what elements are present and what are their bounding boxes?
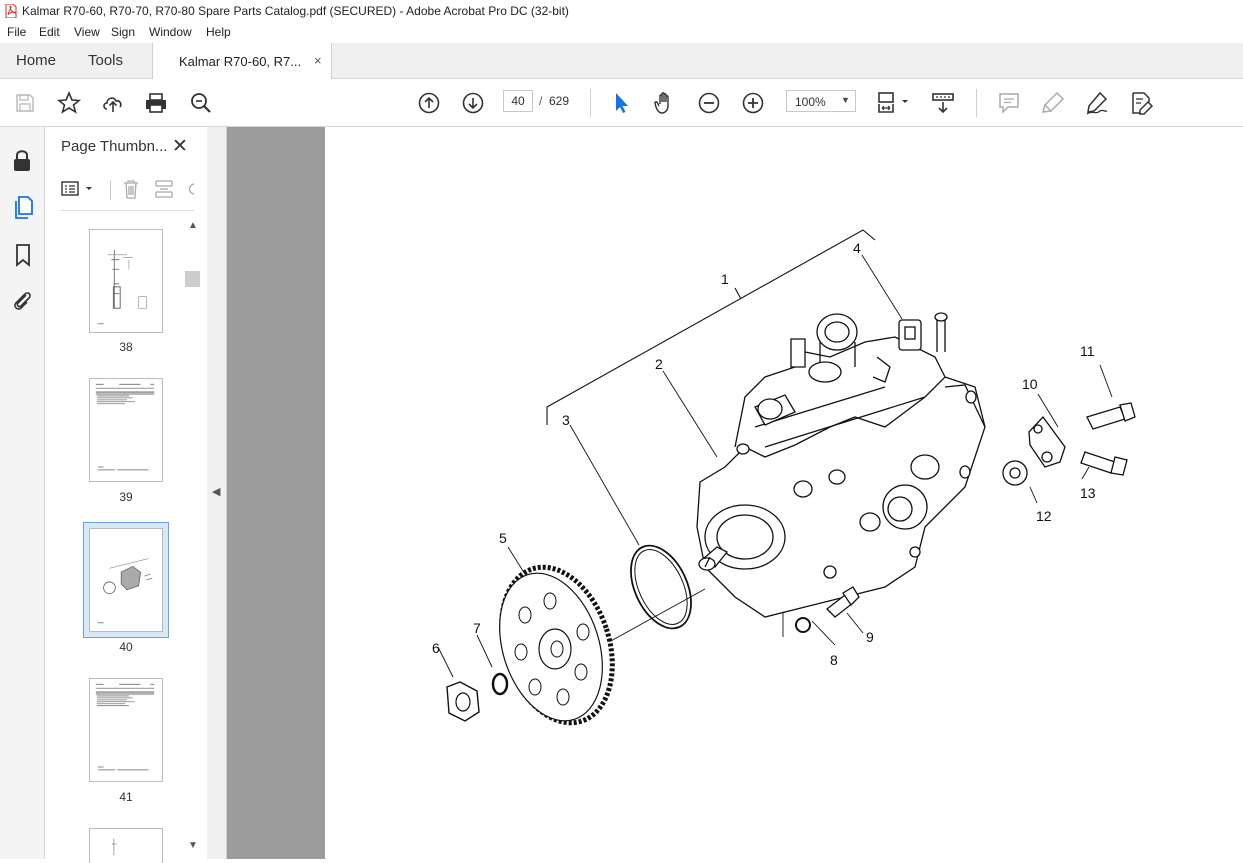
- callout-6: 6: [432, 640, 440, 656]
- callout-7: 7: [473, 620, 481, 636]
- bookmark-star-icon[interactable]: [56, 90, 82, 116]
- tab-tools[interactable]: Tools: [88, 52, 123, 69]
- zoom-in-icon[interactable]: [740, 90, 766, 116]
- bolt-13-part: [1080, 451, 1128, 476]
- thumbnail-number: 38: [119, 340, 133, 354]
- title-bar: Kalmar R70-60, R70-70, R70-80 Spare Part…: [0, 0, 1243, 22]
- thumbnail-drawing: [95, 383, 155, 471]
- page-thumbnail-39[interactable]: [89, 378, 163, 482]
- callout-12: 12: [1036, 508, 1052, 524]
- panel-title: Page Thumbn...: [61, 138, 168, 155]
- thumbnail-drawing: [97, 558, 153, 624]
- comment-icon[interactable]: [996, 90, 1022, 116]
- pdf-page: 1 2 3 4 5 6 7 8 9 10 11 12 13: [325, 127, 1243, 859]
- upload-icon[interactable]: [100, 90, 126, 116]
- highlight-icon[interactable]: [1040, 90, 1066, 116]
- hand-icon[interactable]: [652, 90, 678, 116]
- chevron-down-icon: ▼: [841, 95, 850, 105]
- callout-11: 11: [1080, 343, 1095, 359]
- callout-4: 4: [853, 240, 861, 256]
- o-ring-part: [630, 544, 692, 630]
- left-rail: [0, 127, 45, 859]
- thumbnail-drawing: [95, 683, 155, 771]
- edit-pdf-icon[interactable]: [1128, 90, 1154, 116]
- washer-part: [491, 672, 509, 696]
- delete-page-icon[interactable]: [121, 178, 141, 200]
- page-thumbnails-icon[interactable]: [12, 194, 34, 220]
- callout-3: 3: [562, 412, 570, 428]
- menu-window[interactable]: Window: [149, 25, 192, 39]
- menu-help[interactable]: Help: [206, 25, 231, 39]
- washer-8-part: [795, 617, 811, 633]
- nut-12-part: [1002, 460, 1028, 486]
- search-zoom-icon[interactable]: [188, 90, 214, 116]
- page-thumbnail-42[interactable]: [89, 828, 163, 863]
- thumbnail-drawing: [111, 838, 117, 856]
- page-up-icon[interactable]: [416, 90, 442, 116]
- page-thumbnail-41[interactable]: [89, 678, 163, 782]
- panel-divider: [60, 210, 194, 211]
- scroll-mode-icon[interactable]: [930, 90, 956, 116]
- callout-9: 9: [866, 629, 874, 645]
- menu-view[interactable]: View: [74, 25, 100, 39]
- extract-pages-icon[interactable]: [153, 178, 175, 200]
- panel-divider: [110, 180, 111, 200]
- gear-part: [499, 564, 615, 726]
- callout-1: 1: [721, 271, 729, 287]
- document-tab-label: Kalmar R70-60, R7...: [179, 54, 302, 69]
- bracket-part: [1028, 415, 1066, 468]
- toolbar-divider: [976, 89, 977, 117]
- acrobat-pdf-icon: [5, 4, 17, 18]
- page-down-icon[interactable]: [460, 90, 486, 116]
- injection-pump-body: [696, 312, 986, 618]
- rotate-page-icon[interactable]: [186, 178, 196, 200]
- page-separator: /: [539, 94, 543, 108]
- tab-document[interactable]: Kalmar R70-60, R7... ×: [152, 43, 332, 80]
- total-pages: 629: [549, 94, 570, 108]
- thumbnail-number: 39: [119, 490, 133, 504]
- bolt-11-part: [1086, 402, 1136, 430]
- zoom-out-icon[interactable]: [696, 90, 722, 116]
- zoom-select[interactable]: 100% ▼: [786, 90, 856, 112]
- bookmarks-icon[interactable]: [12, 242, 34, 268]
- callout-8: 8: [830, 652, 838, 668]
- page-number-input[interactable]: 40: [503, 90, 533, 112]
- close-panel-icon[interactable]: ✕: [172, 135, 188, 158]
- close-tab-icon[interactable]: ×: [314, 53, 322, 68]
- toolbar-divider: [590, 89, 591, 117]
- scroll-up-icon[interactable]: ▲: [188, 220, 198, 231]
- callout-2: 2: [655, 356, 663, 372]
- zoom-value: 100%: [795, 95, 826, 109]
- panel-splitter[interactable]: ◀: [207, 127, 227, 859]
- collapse-panel-icon[interactable]: ◀: [212, 485, 220, 498]
- menu-sign[interactable]: Sign: [111, 25, 135, 39]
- nut-part: [446, 681, 480, 722]
- menu-file[interactable]: File: [7, 25, 26, 39]
- menu-edit[interactable]: Edit: [39, 25, 60, 39]
- fit-page-icon[interactable]: [874, 90, 914, 116]
- page-thumbnail-40[interactable]: [89, 528, 163, 632]
- menu-bar: File Edit View Sign Window Help: [0, 22, 1243, 43]
- scroll-down-icon[interactable]: ▼: [188, 840, 198, 851]
- lock-icon[interactable]: [11, 148, 33, 174]
- exploded-parts-diagram: [437, 229, 1136, 726]
- page-thumbnail-38[interactable]: [89, 229, 163, 333]
- callout-13: 13: [1080, 485, 1096, 501]
- window-title: Kalmar R70-60, R70-70, R70-80 Spare Part…: [22, 4, 569, 18]
- callout-5: 5: [499, 530, 507, 546]
- thumbnail-scrollbar[interactable]: ▲ ▼: [185, 218, 203, 859]
- attachment-icon[interactable]: [10, 288, 34, 312]
- thumbnail-drawing: [97, 249, 147, 325]
- options-menu-icon[interactable]: [60, 178, 96, 200]
- select-arrow-icon[interactable]: [608, 90, 634, 116]
- callout-10: 10: [1022, 376, 1038, 392]
- save-icon[interactable]: [12, 90, 38, 116]
- print-icon[interactable]: [143, 90, 169, 116]
- thumbnail-number: 40: [119, 640, 133, 654]
- scrollbar-thumb[interactable]: [185, 271, 200, 287]
- tab-home[interactable]: Home: [16, 52, 56, 69]
- sign-icon[interactable]: [1084, 90, 1110, 116]
- thumbnail-number: 41: [119, 790, 133, 804]
